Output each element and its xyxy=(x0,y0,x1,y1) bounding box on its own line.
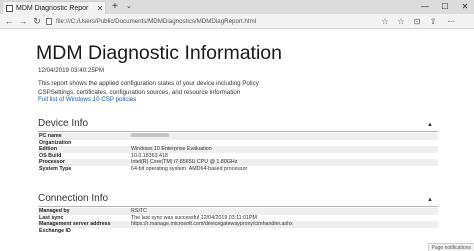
new-tab-button[interactable]: + xyxy=(112,1,118,13)
csp-policies-link[interactable]: Full list of Windows 10 CSP policies xyxy=(38,96,136,103)
section-divider xyxy=(38,131,438,132)
collapse-device-info-icon[interactable]: ▲ xyxy=(427,122,433,128)
row-key: Edition xyxy=(39,146,57,153)
row-key: System Type xyxy=(39,165,72,172)
favorite-star-icon[interactable]: ☆ xyxy=(380,16,390,27)
collapse-connection-info-icon[interactable]: ▲ xyxy=(427,197,433,203)
row-key: Exchange ID xyxy=(39,227,71,234)
table-row: Exchange ID xyxy=(38,228,438,235)
row-key: Management server address xyxy=(39,221,111,228)
row-value xyxy=(131,133,438,140)
file-icon xyxy=(46,18,52,25)
forward-button[interactable]: → xyxy=(18,16,28,27)
table-row: Edition Windows 10 Enterprise Evaluation xyxy=(38,146,438,153)
table-row: OS Build 10.0.18363.418 xyxy=(38,153,438,160)
maximize-button[interactable]: ☐ xyxy=(438,1,452,13)
tab-title: MDM Diagnostic Repor xyxy=(16,4,89,12)
report-timestamp: 12/04/2019 03:40:25PM xyxy=(38,67,105,74)
tab-list-chevron-icon[interactable]: ⌄ xyxy=(126,2,132,10)
table-row: System Type 64-bit operating system. AMD… xyxy=(38,166,438,173)
row-value: 10.0.18363.418 xyxy=(131,152,168,159)
row-key: Last sync xyxy=(39,214,64,221)
page-favicon-icon xyxy=(6,4,13,12)
browser-tab[interactable]: MDM Diagnostic Repor ✕ xyxy=(2,1,106,14)
table-row: Managed by RSITC xyxy=(38,208,438,215)
refresh-button[interactable]: ↻ xyxy=(32,16,42,27)
row-value: 64-bit operating system. AMD64-based pro… xyxy=(131,165,248,172)
address-bar: ← → ↻ file:///C:/Users/Public/Documents/… xyxy=(0,14,474,29)
browser-title-bar: MDM Diagnostic Repor ✕ + ⌄ — ☐ ✕ xyxy=(0,0,474,14)
row-key: PC name xyxy=(39,133,62,139)
reading-list-icon[interactable]: ⊡ xyxy=(412,16,422,27)
row-value: RSITC xyxy=(131,208,147,214)
row-key: OS Build xyxy=(39,152,62,159)
page-title: MDM Diagnostic Information xyxy=(36,42,282,64)
close-window-button[interactable]: ✕ xyxy=(458,1,472,13)
table-row: Processor Intel(R) Core(TM) i7-8565U CPU… xyxy=(38,159,438,166)
url-field[interactable]: file:///C:/Users/Public/Documents/MDMDia… xyxy=(56,17,256,26)
table-row: Management server address https://r.mana… xyxy=(38,221,438,228)
table-row: Last sync The last sync was successful 1… xyxy=(38,215,438,222)
connection-info-table: Managed by RSITC Last sync The last sync… xyxy=(38,208,438,234)
report-page: MDM Diagnostic Information 12/04/2019 03… xyxy=(0,30,474,251)
device-info-table: PC name Organization Edition Windows 10 … xyxy=(38,133,438,173)
row-key: Organization xyxy=(39,139,72,146)
device-info-heading: Device Info xyxy=(38,118,89,129)
row-value: Intel(R) Core(TM) i7-8565U CPU @ 1.80GHz xyxy=(131,159,238,166)
row-value: Windows 10 Enterprise Evaluation xyxy=(131,146,212,153)
more-menu-icon[interactable]: ⋯ xyxy=(446,16,456,27)
table-row: PC name xyxy=(38,133,438,140)
row-key: Managed by xyxy=(39,208,70,214)
connection-info-heading: Connection Info xyxy=(38,193,109,204)
close-tab-icon[interactable]: ✕ xyxy=(95,4,105,13)
minimize-button[interactable]: — xyxy=(418,1,432,13)
row-value xyxy=(131,228,438,235)
row-key: Processor xyxy=(39,159,65,166)
row-value: https://r.manage.microsoft.com/devicegat… xyxy=(131,221,293,228)
back-button[interactable]: ← xyxy=(4,16,14,27)
report-description: This report shows the applied configurat… xyxy=(38,80,259,96)
row-value xyxy=(131,140,438,147)
table-row: Organization xyxy=(38,140,438,147)
redacted-value xyxy=(131,133,169,138)
section-divider xyxy=(38,206,438,207)
share-icon[interactable]: ⇧ xyxy=(428,16,438,27)
page-notifications-tooltip: Page notifications xyxy=(427,243,474,251)
favorites-bar-icon[interactable]: ☆ xyxy=(396,16,406,27)
row-value: The last sync was successful 12/04/2019 … xyxy=(131,214,257,221)
